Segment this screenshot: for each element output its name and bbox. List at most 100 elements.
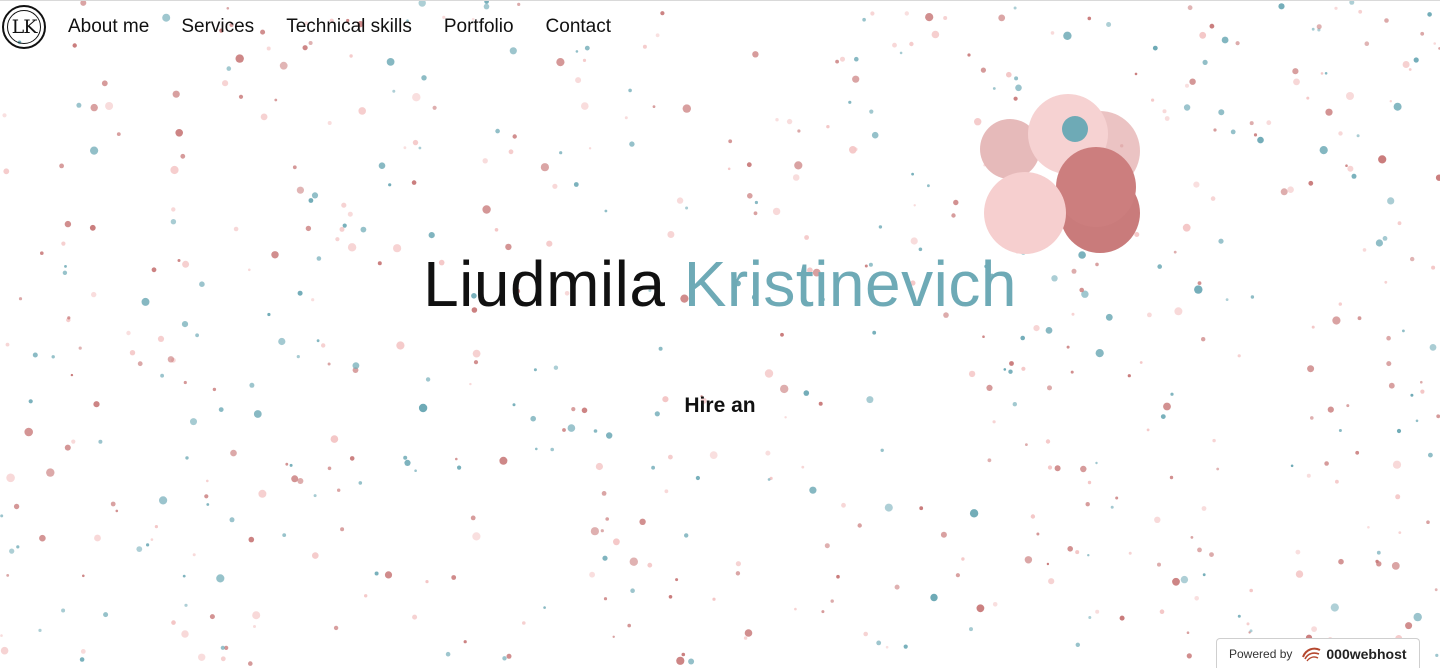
particle-dot [403, 455, 408, 460]
logo-text: LK [11, 16, 38, 38]
particle-dot [1375, 239, 1383, 247]
particle-dot [1080, 465, 1087, 473]
particle-dot [1426, 520, 1430, 524]
nav-link-portfolio[interactable]: Portfolio [444, 16, 514, 38]
particle-dot [233, 226, 239, 232]
particle-dot [1249, 121, 1254, 126]
particle-dot [388, 183, 392, 187]
particle-dot [1230, 129, 1236, 135]
particle-dot [411, 180, 417, 185]
particle-dot [1408, 68, 1412, 71]
particle-dot [606, 432, 613, 439]
logo[interactable]: LK [2, 5, 46, 49]
particle-dot [1020, 335, 1025, 341]
particle-dot [624, 116, 628, 120]
particle-dot [588, 147, 592, 150]
particle-dot [89, 224, 96, 231]
particle-dot [457, 465, 462, 470]
particle-dot [852, 75, 860, 83]
particle-dot [1172, 577, 1180, 586]
particle-dot [1134, 72, 1138, 76]
particle-dot [652, 105, 656, 108]
particle-dot [1087, 554, 1090, 557]
particle-dot [421, 75, 427, 81]
particle-dot [16, 545, 20, 549]
particle-dot [567, 424, 576, 432]
particle-dot [347, 211, 353, 217]
particle-dot [150, 538, 154, 541]
particle-dot [1202, 573, 1206, 577]
particle-dot [171, 207, 176, 212]
particle-dot [137, 361, 143, 367]
nav-link-services[interactable]: Services [181, 16, 254, 38]
particle-dot [747, 193, 753, 199]
particle-dot [582, 58, 587, 63]
hero-last-name: Kristinevich [683, 248, 1017, 320]
particle-dot [291, 475, 299, 483]
particle-dot [1433, 42, 1436, 45]
particle-dot [804, 235, 809, 240]
particle-dot [1201, 337, 1206, 342]
particle-dot [1257, 136, 1264, 144]
particle-dot [1030, 514, 1036, 519]
nav-link-contact[interactable]: Contact [546, 16, 611, 38]
particle-dot [1375, 559, 1379, 564]
particle-dot [629, 141, 635, 147]
particle-dot [473, 360, 479, 365]
particle-dot [992, 87, 996, 90]
nav-link-technical-skills[interactable]: Technical skills [286, 16, 412, 38]
particle-dot [824, 543, 830, 549]
particle-dot [1246, 622, 1250, 626]
nav-link-about-me[interactable]: About me [68, 16, 149, 38]
particle-dot [403, 146, 407, 150]
particle-dot [927, 184, 930, 188]
particle-dot [364, 594, 368, 598]
particle-dot [404, 459, 411, 466]
particle-dot [1356, 134, 1360, 138]
particle-dot [1364, 41, 1370, 46]
particle-dot [105, 102, 114, 110]
particle-dot [396, 341, 405, 350]
particle-dot [445, 651, 451, 657]
particle-dot [129, 350, 136, 356]
particle-dot [533, 368, 537, 372]
particle-dot [146, 543, 150, 547]
particle-dot [1325, 108, 1333, 116]
particle-dot [709, 451, 718, 459]
particle-dot [885, 645, 889, 649]
particle-dot [605, 517, 609, 521]
particle-dot [1075, 550, 1080, 555]
particle-dot [1119, 615, 1125, 621]
particle-dot [235, 54, 244, 63]
particle-dot [581, 102, 589, 110]
hero-first-name: Liudmila [423, 248, 666, 320]
particle-dot [296, 355, 300, 359]
particle-dot [835, 59, 839, 64]
particle-dot [51, 355, 55, 359]
particle-dot [337, 488, 341, 492]
particle-dot [604, 209, 608, 213]
particle-dot [1311, 626, 1317, 632]
particle-dot [1398, 531, 1402, 534]
particle-dot [1391, 562, 1400, 570]
particle-dot [1047, 465, 1053, 470]
particle-dot [472, 532, 481, 541]
particle-dot [71, 439, 76, 444]
particle-dot [1213, 128, 1217, 132]
particle-dot [1393, 102, 1402, 111]
particle-dot [360, 226, 367, 233]
particle-dot [502, 656, 507, 661]
particle-dot [688, 658, 695, 665]
particle-dot [1384, 18, 1389, 23]
particle-dot [1009, 361, 1014, 366]
particle-dot [961, 557, 965, 561]
particle-dot [296, 186, 304, 194]
particle-dot [238, 94, 244, 99]
particle-dot [1253, 133, 1258, 137]
particle-dot [655, 33, 660, 38]
powered-by-badge[interactable]: Powered by 000webhost [1216, 638, 1420, 668]
particle-dot [1066, 345, 1070, 349]
particle-dot [248, 536, 255, 543]
particle-dot [289, 463, 293, 467]
particle-dot [775, 118, 779, 122]
